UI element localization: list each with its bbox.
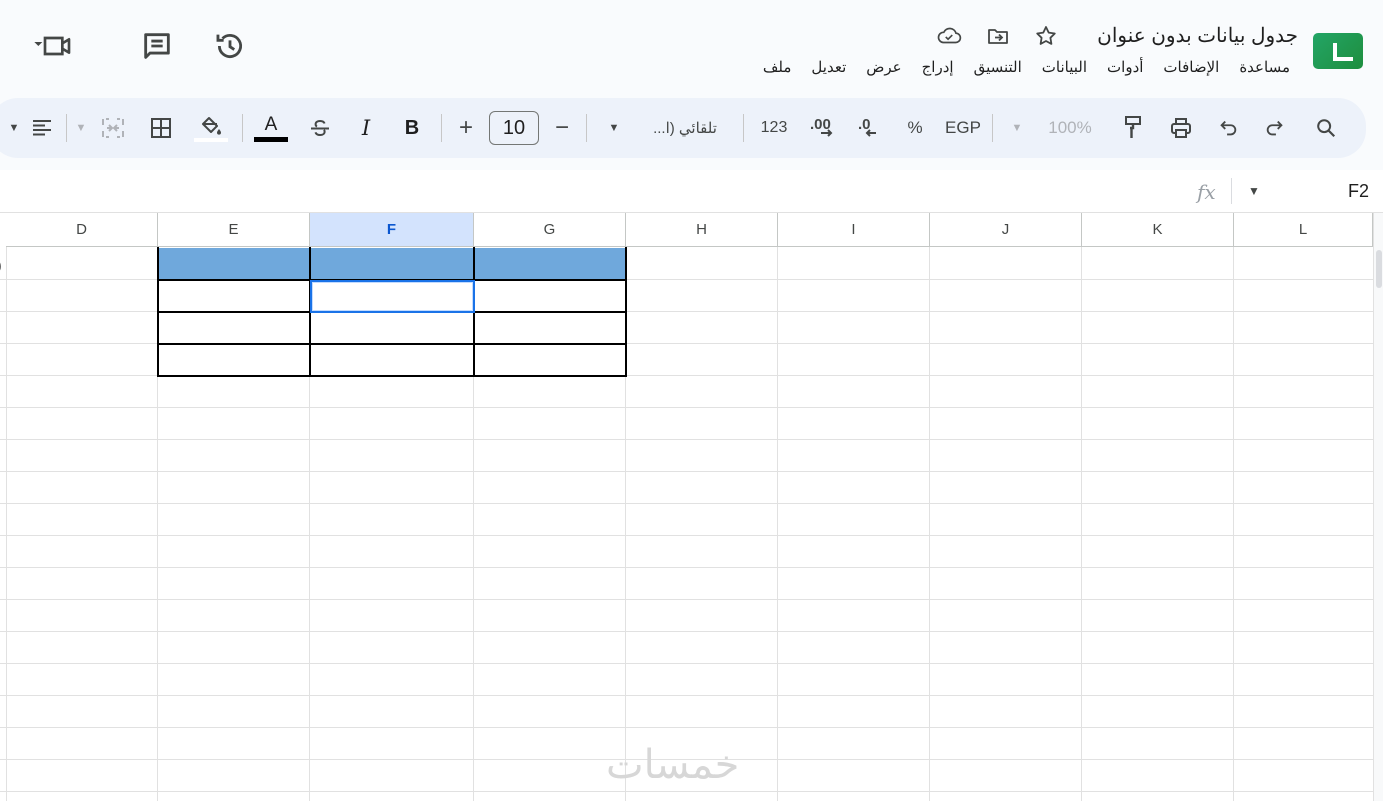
selected-cell[interactable] [310,280,475,313]
zoom-dropdown-icon[interactable]: ▼ [1007,110,1027,146]
gridline [1233,247,1234,801]
gridline [0,567,1373,568]
scrollbar-thumb[interactable] [1376,250,1382,288]
menu-view[interactable]: عرض [856,58,911,80]
column-header-f[interactable]: F [310,213,474,247]
font-family-select[interactable]: تلقائي (ا... [644,110,726,146]
column-header-i[interactable]: I [778,213,930,247]
redo-icon[interactable] [1259,110,1291,146]
toolbar-divider [242,114,243,142]
toolbar-divider [66,114,67,142]
version-history-icon[interactable] [210,26,250,66]
gridline [0,695,1373,696]
name-box-dropdown-icon[interactable]: ▼ [1248,184,1260,198]
column-header-e[interactable]: E [158,213,310,247]
menu-format[interactable]: التنسيق [964,58,1032,80]
document-title[interactable]: جدول بيانات بدون عنوان [1097,23,1298,48]
gridline [0,471,1373,472]
menu-bar: ملف تعديل عرض إدراج التنسيق البيانات أدو… [753,58,1300,80]
column-header-k[interactable]: K [1082,213,1234,247]
table-border [157,343,627,345]
search-menus-icon[interactable] [1309,110,1343,146]
decrease-font-size-button[interactable]: − [548,110,576,146]
more-formats-button[interactable]: 123 [755,110,793,146]
percent-format-button[interactable]: % [902,110,928,146]
menu-help[interactable]: مساعدة [1229,58,1300,80]
increase-decimal-button[interactable]: .00 [805,110,843,146]
menu-data[interactable]: البيانات [1032,58,1097,80]
gridline [0,439,1373,440]
star-icon[interactable] [1033,23,1059,49]
fill-color-button[interactable] [194,110,228,146]
table-border [157,375,627,377]
comments-icon[interactable] [137,26,177,66]
toolbar-divider [992,114,993,142]
formula-divider [1231,178,1232,204]
borders-icon[interactable] [145,110,177,146]
name-box[interactable]: F2 [1348,181,1369,202]
paint-format-icon[interactable] [1117,110,1149,146]
column-header-d[interactable]: D [6,213,158,247]
gridline [0,535,1373,536]
meet-icon[interactable] [33,26,73,66]
vertical-scrollbar[interactable] [1373,213,1383,801]
gridline [0,503,1373,504]
watermark: خمسات [606,742,740,788]
toolbar-divider [743,114,744,142]
gridline [1081,247,1082,801]
horizontal-align-icon[interactable] [28,110,56,146]
gridline [777,247,778,801]
text-color-button[interactable]: A [253,110,289,146]
gridline [0,407,1373,408]
gridline [0,663,1373,664]
toolbar-divider [586,114,587,142]
merge-cells-icon[interactable] [96,110,130,146]
cloud-saved-icon[interactable] [936,23,962,49]
gridline [0,631,1373,632]
text-color-swatch [254,136,288,142]
menu-edit[interactable]: تعديل [801,58,856,80]
gridline [0,727,1373,728]
column-header-l[interactable]: L [1234,213,1373,247]
menu-tools[interactable]: أدوات [1097,58,1153,80]
decrease-decimal-button[interactable]: .0 [852,110,886,146]
font-dropdown-icon[interactable]: ▼ [604,110,624,146]
strikethrough-icon[interactable] [305,110,335,146]
menu-file[interactable]: ملف [753,58,802,80]
column-header-g[interactable]: G [474,213,626,247]
gridline [0,599,1373,600]
gridline [6,247,7,801]
undo-icon[interactable] [1212,110,1244,146]
align-dropdown-icon[interactable]: ▼ [4,110,24,146]
font-size-input[interactable]: 10 [489,111,539,145]
bold-button[interactable]: B [398,110,426,146]
move-folder-icon[interactable] [985,23,1011,49]
toolbar-divider [441,114,442,142]
italic-button[interactable]: I [352,110,380,146]
column-header-h[interactable]: H [626,213,778,247]
row-header-edge: ) [0,257,2,273]
fill-color-swatch [194,137,228,142]
column-header-j[interactable]: J [930,213,1082,247]
table-header-fill[interactable] [158,248,626,279]
sheet-grid[interactable]: D E F G H I J K L ) [0,213,1373,801]
currency-format-button[interactable]: EGP [940,110,986,146]
text-color-letter: A [264,113,278,135]
print-icon[interactable] [1164,110,1198,146]
zoom-select[interactable]: 100% [1040,110,1100,146]
menu-insert[interactable]: إدراج [912,58,964,80]
menu-extensions[interactable]: الإضافات [1153,58,1229,80]
formula-bar [0,170,1383,213]
merge-dropdown-icon[interactable]: ▼ [73,110,89,146]
increase-font-size-button[interactable]: + [452,110,480,146]
gridline [929,247,930,801]
fx-icon: fx [1197,180,1216,204]
sheets-logo[interactable] [1313,33,1363,69]
gridline [0,791,1373,792]
